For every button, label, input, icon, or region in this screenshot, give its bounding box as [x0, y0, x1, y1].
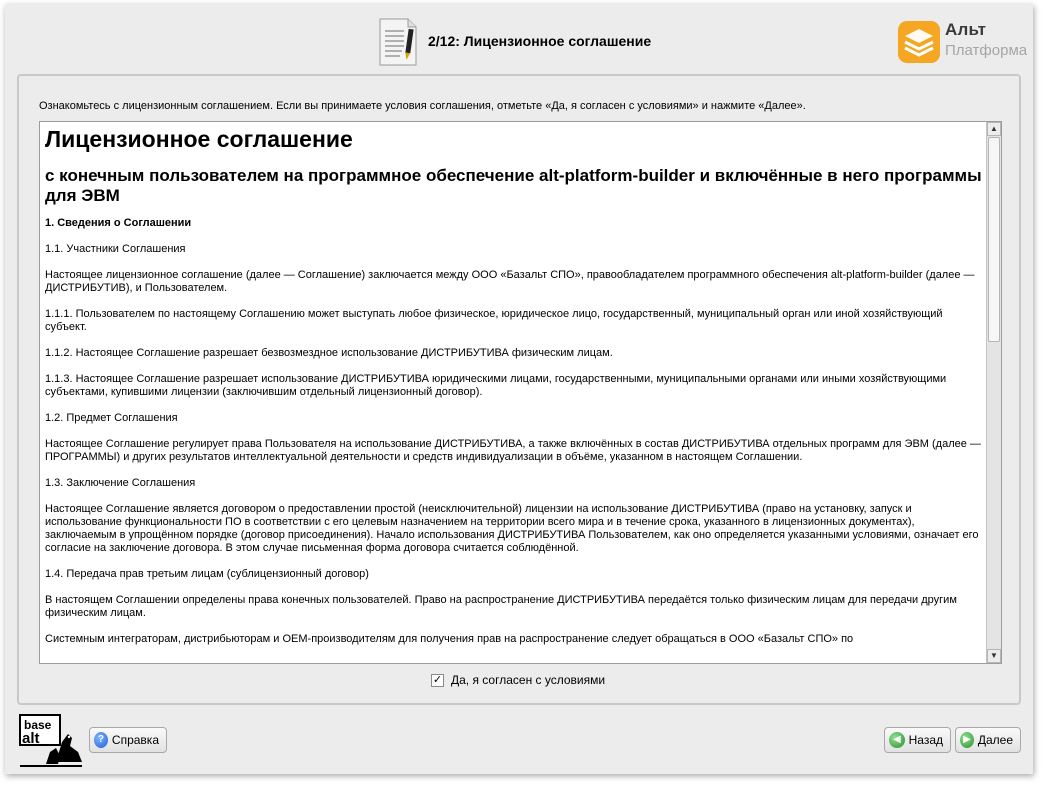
license-paragraph: Настоящее Соглашение регулирует права По…: [45, 438, 981, 463]
agree-checkbox-row[interactable]: ✓ Да, я согласен с условиями: [431, 673, 605, 687]
license-paragraph: 1.1.3. Настоящее Соглашение разрешает ис…: [45, 373, 947, 398]
installer-window: 2/12: Лицензионное соглашение Альт Платф…: [5, 4, 1033, 774]
license-subtitle: с конечным пользователем на программное …: [45, 166, 982, 205]
next-button-label: Далее: [977, 733, 1013, 747]
license-paragraph: 1.1.1. Пользователем по настоящему Согла…: [45, 308, 943, 333]
alt-platform-logo-icon: [898, 21, 940, 63]
license-paragraph: В настоящем Соглашении определены права …: [45, 594, 957, 619]
help-button[interactable]: ? Справка: [89, 727, 167, 753]
license-title: Лицензионное соглашение: [45, 126, 353, 152]
instruction-text: Ознакомьтесь с лицензионным соглашением.…: [39, 100, 806, 112]
brand-subtitle: Платформа: [945, 42, 1028, 59]
back-button[interactable]: ◀ Назад: [884, 727, 951, 753]
logo-text-alt: alt: [22, 730, 40, 747]
license-paragraph: 1.1.2. Настоящее Соглашение разрешает бе…: [45, 347, 613, 359]
license-paragraph: Настоящее лицензионное соглашение (далее…: [45, 269, 975, 294]
license-paragraph: 1.3. Заключение Соглашения: [45, 477, 196, 489]
brand-name: Альт: [945, 20, 987, 39]
section-heading: 1. Сведения о Соглашении: [45, 217, 192, 229]
arrow-right-icon: ▶: [960, 732, 974, 748]
scroll-down-icon[interactable]: ▼: [987, 649, 1001, 663]
vertical-scrollbar[interactable]: ▲ ▼: [986, 122, 1001, 663]
license-text-view[interactable]: Лицензионное соглашение с конечным польз…: [39, 121, 1002, 664]
scroll-up-icon[interactable]: ▲: [987, 122, 1001, 136]
license-paragraph: 1.1. Участники Соглашения: [45, 243, 186, 255]
back-button-label: Назад: [908, 733, 943, 747]
license-paragraph: 1.4. Передача прав третьим лицам (сублиц…: [45, 568, 369, 580]
next-button[interactable]: ▶ Далее: [955, 727, 1021, 753]
license-document-icon: [379, 18, 417, 66]
step-title: 2/12: Лицензионное соглашение: [428, 33, 652, 49]
arrow-left-icon: ◀: [889, 732, 905, 748]
help-icon: ?: [94, 732, 108, 748]
license-panel: Ознакомьтесь с лицензионным соглашением.…: [17, 74, 1021, 705]
help-button-label: Справка: [111, 733, 159, 747]
license-paragraph: Системным интеграторам, дистрибьюторам и…: [45, 633, 854, 645]
license-paragraph: Настоящее Соглашение является договором …: [45, 503, 979, 554]
license-paragraph: 1.2. Предмет Соглашения: [45, 412, 178, 424]
agree-label[interactable]: Да, я согласен с условиями: [451, 673, 605, 687]
basealt-logo-icon: base alt: [19, 714, 82, 767]
license-content: Лицензионное соглашение с конечным польз…: [45, 125, 985, 659]
agree-checkbox[interactable]: ✓: [431, 673, 444, 687]
scrollbar-thumb[interactable]: [988, 137, 1000, 342]
